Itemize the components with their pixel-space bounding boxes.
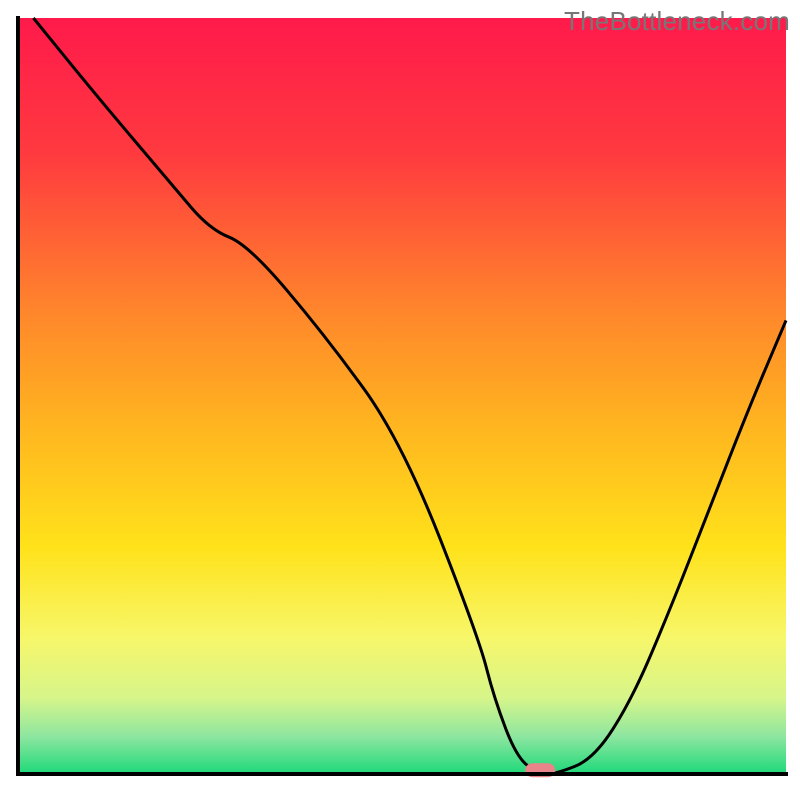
plot-background — [18, 18, 786, 774]
bottleneck-chart: TheBottleneck.com — [0, 0, 800, 800]
chart-svg — [0, 0, 800, 800]
watermark-text: TheBottleneck.com — [564, 6, 790, 37]
